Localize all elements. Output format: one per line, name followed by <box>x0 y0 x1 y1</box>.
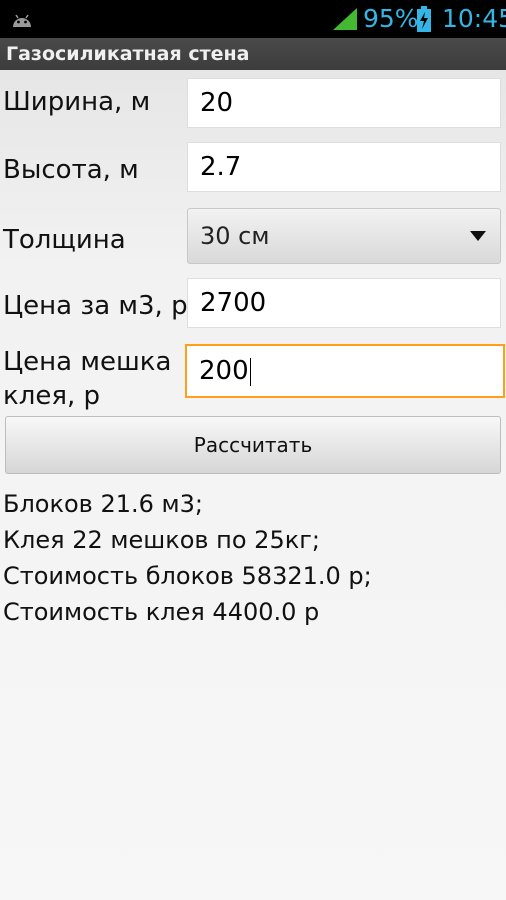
results-text: Блоков 21.6 м3; Клея 22 мешков по 25кг; … <box>3 486 372 630</box>
text-cursor <box>249 357 251 386</box>
main-content: Ширина, м 20 Высота, м 2.7 Толщина 30 см… <box>0 70 506 900</box>
battery-charging-icon <box>417 6 431 32</box>
android-icon <box>13 14 31 27</box>
glue-price-field[interactable]: 200 <box>185 344 505 398</box>
glue-price-label-line1: Цена мешка <box>3 347 172 377</box>
result-line-blocks-cost: Стоимость блоков 58321.0 р; <box>3 562 372 590</box>
signal-icon <box>333 8 357 30</box>
thickness-selected-value: 30 см <box>200 222 270 250</box>
result-line-glue-cost: Стоимость клея 4400.0 р <box>3 598 320 626</box>
status-bar: 95% 10:45 <box>0 0 506 38</box>
result-line-blocks: Блоков 21.6 м3; <box>3 490 203 518</box>
clock: 10:45 <box>442 4 506 33</box>
dropdown-caret-icon <box>470 231 486 241</box>
battery-percent: 95% <box>363 4 419 33</box>
price-field[interactable]: 2700 <box>187 278 501 328</box>
page-title: Газосиликатная стена <box>0 38 506 70</box>
height-label: Высота, м <box>3 155 139 185</box>
glue-price-label-line2: клея, р <box>3 381 100 411</box>
calculate-button[interactable]: Рассчитать <box>5 416 501 474</box>
glue-price-value: 200 <box>199 356 249 386</box>
thickness-label: Толщина <box>3 225 126 255</box>
height-field[interactable]: 2.7 <box>187 142 501 192</box>
width-field[interactable]: 20 <box>187 78 501 128</box>
result-line-glue: Клея 22 мешков по 25кг; <box>3 526 320 554</box>
width-label: Ширина, м <box>3 87 151 117</box>
price-label: Цена за м3, р <box>3 291 188 321</box>
thickness-select[interactable]: 30 см <box>187 208 501 264</box>
